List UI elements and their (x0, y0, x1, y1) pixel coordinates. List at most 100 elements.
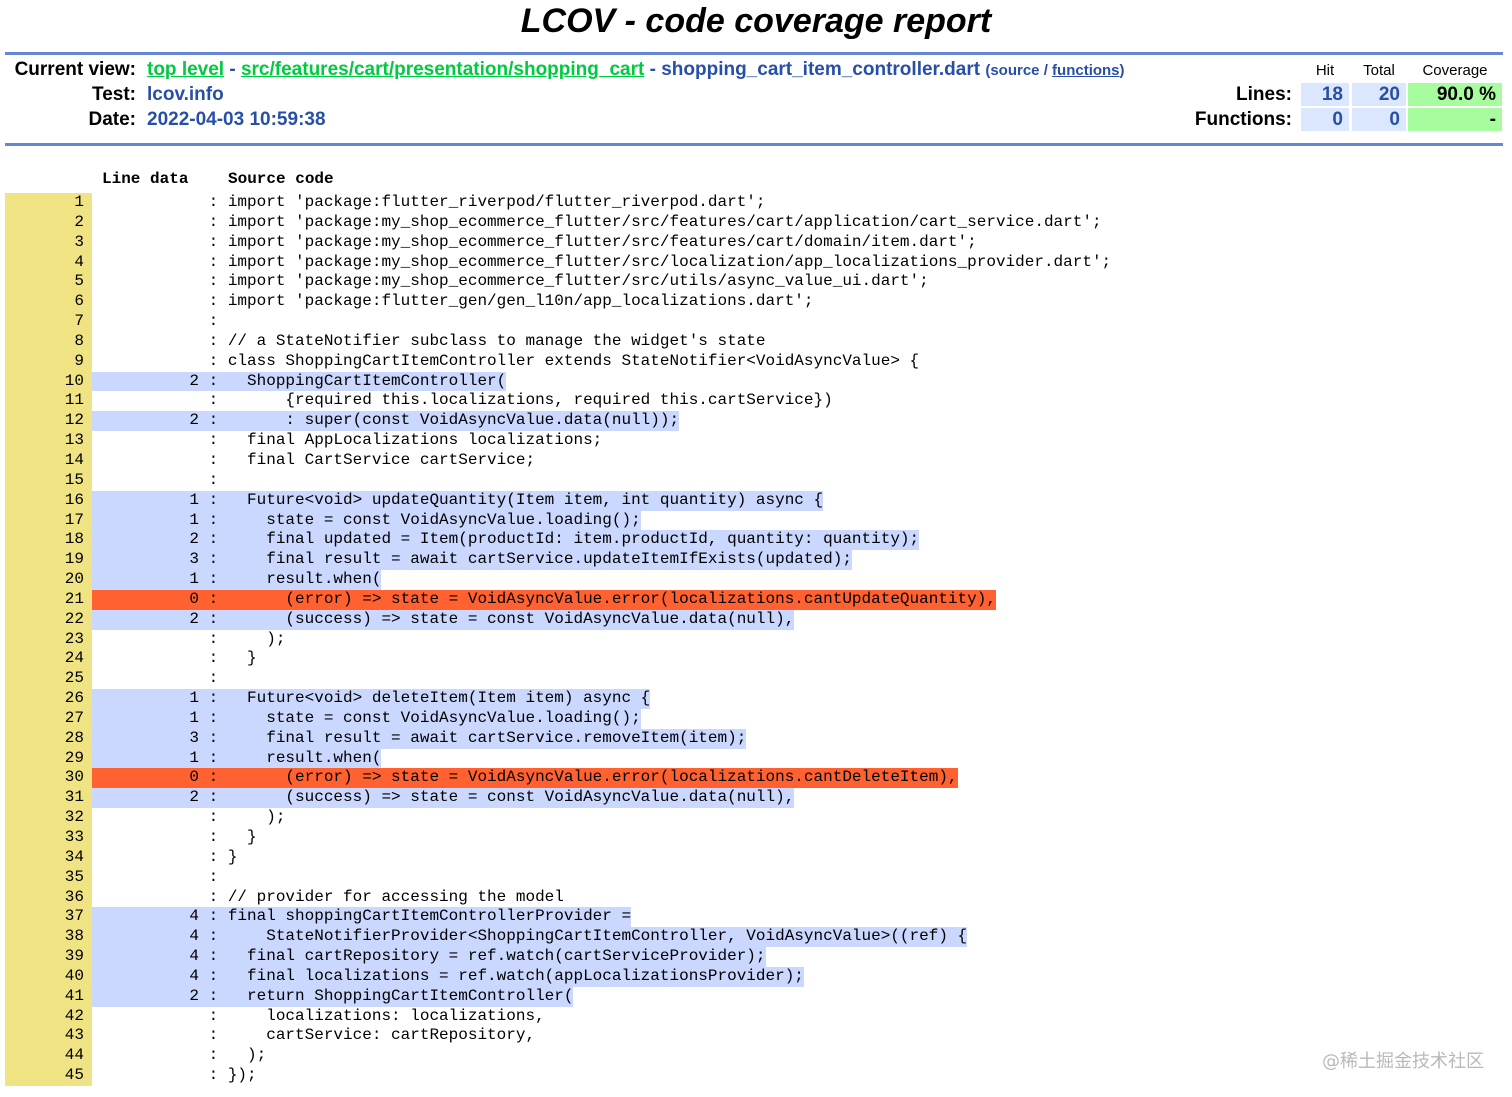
line-number: 22 (5, 609, 92, 630)
source-line: 19 3 : final result = await cartService.u… (5, 550, 1205, 571)
covered-line: 2 : (success) => state = const VoidAsync… (92, 609, 795, 630)
line-number: 7 (5, 312, 92, 332)
line-number: 37 (5, 907, 92, 928)
line-separator: : (199, 570, 228, 589)
breadcrumb-separator: - (224, 59, 241, 80)
line-number: 1 (5, 193, 92, 213)
source-line: 1 : import 'package:flutter_riverpod/flu… (5, 193, 1205, 213)
source-text: ); (227, 629, 286, 648)
line-separator: : (199, 272, 228, 291)
line-number: 41 (5, 986, 92, 1007)
source-text: result.when( (227, 748, 382, 767)
line-separator: : (199, 808, 228, 827)
unexecuted-line: : ); (92, 1046, 267, 1066)
source-view-label: (source / (985, 62, 1053, 79)
line-separator: : (199, 292, 228, 311)
hit-count: 4 (189, 927, 199, 946)
source-line: 6 : import 'package:flutter_gen/gen_l10n… (5, 292, 1205, 313)
line-number: 25 (5, 669, 92, 690)
line-separator: : (199, 728, 228, 747)
line-number: 32 (5, 808, 92, 828)
covered-line: 1 : state = const VoidAsyncValue.loading… (92, 708, 641, 729)
source-line: 3 : import 'package:my_shop_ecommerce_fl… (5, 232, 1205, 253)
line-number: 10 (5, 371, 92, 392)
line-separator: : (199, 312, 228, 331)
unexecuted-line: : (92, 312, 228, 332)
line-separator: : (199, 986, 228, 1005)
line-data-header: Line data (102, 170, 189, 188)
source-line: 31 2 : (success) => state = const VoidAsy… (5, 788, 1205, 809)
unexecuted-line: : ); (92, 629, 286, 650)
hit-count: 2 (189, 371, 199, 390)
source-line: 4 : import 'package:my_shop_ecommerce_fl… (5, 252, 1205, 273)
line-number: 9 (5, 351, 92, 372)
unexecuted-line: : import 'package:my_shop_ecommerce_flut… (92, 233, 977, 253)
line-number: 28 (5, 728, 92, 749)
source-line: 14 : final CartService cartService; (5, 450, 1205, 471)
covered-line: 1 : result.when( (92, 748, 382, 769)
summary-total-header: Total (1363, 62, 1395, 79)
source-line: 17 1 : state = const VoidAsyncValue.loadi… (5, 510, 1205, 531)
unexecuted-line: : import 'package:my_shop_ecommerce_flut… (92, 272, 929, 292)
source-line: 37 4 : final shoppingCartItemControllerPr… (5, 907, 1205, 928)
source-text: state = const VoidAsyncValue.loading(); (227, 510, 641, 529)
line-number: 35 (5, 867, 92, 888)
functions-view-link[interactable]: functions (1052, 62, 1120, 79)
unexecuted-line: : {required this.localizations, required… (92, 391, 833, 411)
source-text: } (227, 649, 257, 668)
source-text: ); (227, 1046, 267, 1065)
lines-total-value: 20 (1352, 83, 1406, 106)
breadcrumb-top-level-link[interactable]: top level (147, 59, 224, 80)
source-text: return ShoppingCartItemController( (227, 986, 574, 1005)
source-line: 30 0 : (error) => state = VoidAsyncValue.… (5, 768, 1205, 789)
source-text: } (227, 847, 238, 866)
source-text: final AppLocalizations localizations; (227, 431, 603, 450)
summary-coverage-header: Coverage (1422, 62, 1488, 79)
line-separator: : (199, 966, 228, 985)
date-value: 2022-04-03 10:59:38 (147, 109, 326, 130)
breadcrumb-directory-link[interactable]: src/features/cart/presentation/shopping_… (241, 59, 644, 80)
unexecuted-line: : } (92, 847, 238, 868)
line-separator: : (199, 927, 228, 946)
covered-line: 4 : final cartRepository = ref.watch(car… (92, 947, 766, 967)
functions-total-value: 0 (1352, 108, 1406, 131)
source-text: import 'package:my_shop_ecommerce_flutte… (227, 252, 1112, 271)
unexecuted-line: : import 'package:flutter_riverpod/flutt… (92, 193, 766, 213)
line-number: 3 (5, 232, 92, 253)
line-number: 30 (5, 768, 92, 789)
unexecuted-line: : } (92, 649, 257, 669)
source-line: 8 : // a StateNotifier subclass to manag… (5, 331, 1205, 352)
line-number: 8 (5, 331, 92, 352)
source-line: 24 : } (5, 649, 1205, 670)
line-separator: : (199, 649, 228, 668)
source-text: ); (227, 808, 286, 827)
hit-count: 4 (189, 947, 199, 966)
line-number: 26 (5, 689, 92, 709)
unexecuted-line: : import 'package:flutter_gen/gen_l10n/a… (92, 292, 814, 312)
line-separator: : (199, 768, 228, 787)
source-text: ShoppingCartItemController( (227, 371, 507, 390)
hit-count: 1 (189, 708, 199, 727)
covered-line: 1 : Future<void> deleteItem(Item item) a… (92, 689, 651, 709)
uncovered-line: 0 : (error) => state = VoidAsyncValue.er… (92, 589, 996, 610)
source-line: 12 2 : : super(const VoidAsyncValue.data(… (5, 411, 1205, 432)
source-text: {required this.localizations, required t… (227, 391, 833, 410)
hit-count: 1 (189, 689, 199, 708)
line-separator: : (199, 947, 228, 966)
hit-count: 2 (189, 788, 199, 807)
test-value: lcov.info (147, 84, 224, 105)
line-separator: : (199, 431, 228, 450)
covered-line: 2 : ShoppingCartItemController( (92, 371, 507, 392)
covered-line: 4 : final localizations = ref.watch(appL… (92, 966, 804, 987)
hit-count: 0 (189, 589, 199, 608)
line-separator: : (199, 708, 228, 727)
line-separator: : (199, 867, 228, 886)
line-number: 11 (5, 391, 92, 412)
covered-line: 1 : result.when( (92, 570, 382, 590)
source-line: 2 : import 'package:my_shop_ecommerce_fl… (5, 212, 1205, 233)
line-number: 45 (5, 1066, 92, 1086)
covered-line: 2 : (success) => state = const VoidAsync… (92, 788, 795, 809)
line-number: 12 (5, 411, 92, 432)
line-separator: : (199, 669, 228, 688)
source-text: final CartService cartService; (227, 450, 536, 469)
